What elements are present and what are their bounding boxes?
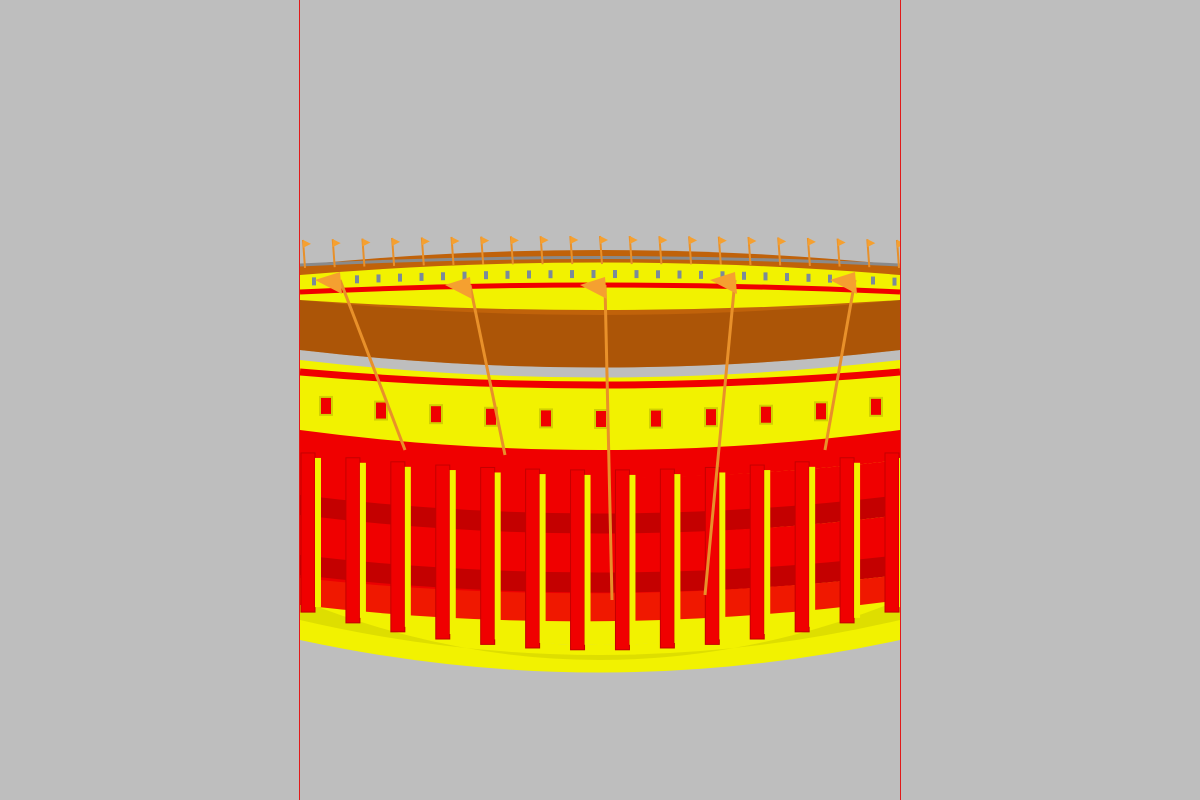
arcade-pier: [749, 464, 765, 640]
pier-edge: [764, 470, 771, 635]
pier-edge: [359, 462, 366, 618]
arcade-pier: [839, 457, 855, 624]
flag: [332, 239, 341, 248]
pier-edge: [494, 472, 501, 640]
flag: [510, 236, 519, 245]
attic-window: [539, 408, 553, 429]
flag: [303, 239, 311, 248]
flag: [659, 236, 668, 245]
attic-window: [319, 395, 333, 416]
pier-edge: [899, 457, 900, 608]
pier-edge: [809, 466, 816, 627]
flag: [778, 237, 787, 246]
rim-tick: [527, 270, 531, 279]
rim-tick: [398, 273, 402, 282]
pier-edge: [584, 474, 591, 645]
rim-tick: [656, 270, 660, 279]
arcade-pier: [300, 452, 316, 613]
flag: [837, 238, 846, 247]
rim-tick: [677, 270, 682, 279]
pier-edge: [629, 474, 636, 645]
arcade-pier: [570, 469, 586, 651]
attic-window: [374, 400, 388, 421]
flag: [540, 236, 549, 245]
flag: [362, 238, 371, 247]
flag: [600, 236, 608, 244]
pier-edge: [449, 470, 456, 635]
rim-tick: [376, 274, 381, 283]
flag: [867, 239, 876, 248]
flag: [629, 236, 638, 245]
rim-tick: [355, 275, 359, 284]
rim-tick: [570, 270, 574, 279]
attic-window: [429, 404, 443, 425]
attic-window: [649, 408, 663, 429]
rim-tick: [505, 270, 510, 279]
rim-tick: [613, 270, 617, 279]
rim-tick: [892, 277, 897, 286]
flag: [421, 237, 430, 246]
rim-tick: [828, 274, 832, 283]
flag: [718, 236, 727, 245]
rim-tick: [312, 277, 316, 286]
rim-tick: [785, 273, 789, 282]
pier-edge: [854, 462, 861, 618]
model-group: [300, 235, 900, 673]
arcade-pier: [614, 469, 630, 651]
rim-tick: [634, 270, 639, 279]
rim-tick: [699, 270, 703, 279]
arcade-pier: [435, 464, 451, 640]
arcade-pier: [794, 461, 810, 633]
attic-window: [869, 396, 883, 417]
rim-tick: [419, 272, 424, 281]
flag: [807, 237, 816, 246]
pier-edge: [674, 474, 681, 643]
flag: [481, 236, 490, 245]
flag: [897, 239, 900, 248]
rim-tick: [484, 271, 488, 280]
arcade-pier: [659, 468, 675, 649]
arcade-pier: [480, 466, 496, 645]
pier-edge: [719, 472, 726, 640]
attic-window: [704, 407, 718, 428]
pier-edge: [404, 466, 411, 627]
pier-edge: [315, 457, 321, 608]
flag: [451, 236, 460, 245]
attic-window: [594, 408, 608, 429]
flag: [392, 237, 401, 246]
rim-tick: [871, 276, 875, 285]
arcade-pier: [525, 468, 541, 649]
flag: [570, 236, 579, 245]
rim-tick: [591, 270, 596, 279]
attic-window: [814, 401, 828, 422]
rim-tick: [441, 272, 445, 281]
arcade-pier: [390, 461, 406, 633]
colosseum-model-icon[interactable]: [0, 0, 1200, 800]
pier-edge: [539, 474, 546, 643]
flag: [748, 236, 757, 245]
attic-window: [759, 404, 773, 425]
rim-tick: [548, 270, 553, 279]
rim-tick: [806, 273, 811, 282]
rim-tick: [763, 272, 768, 281]
rim-tick: [742, 271, 746, 280]
arcade-pier: [884, 452, 900, 613]
3d-viewport[interactable]: [0, 0, 1200, 800]
arcade-pier: [345, 457, 361, 624]
flag: [689, 236, 698, 245]
